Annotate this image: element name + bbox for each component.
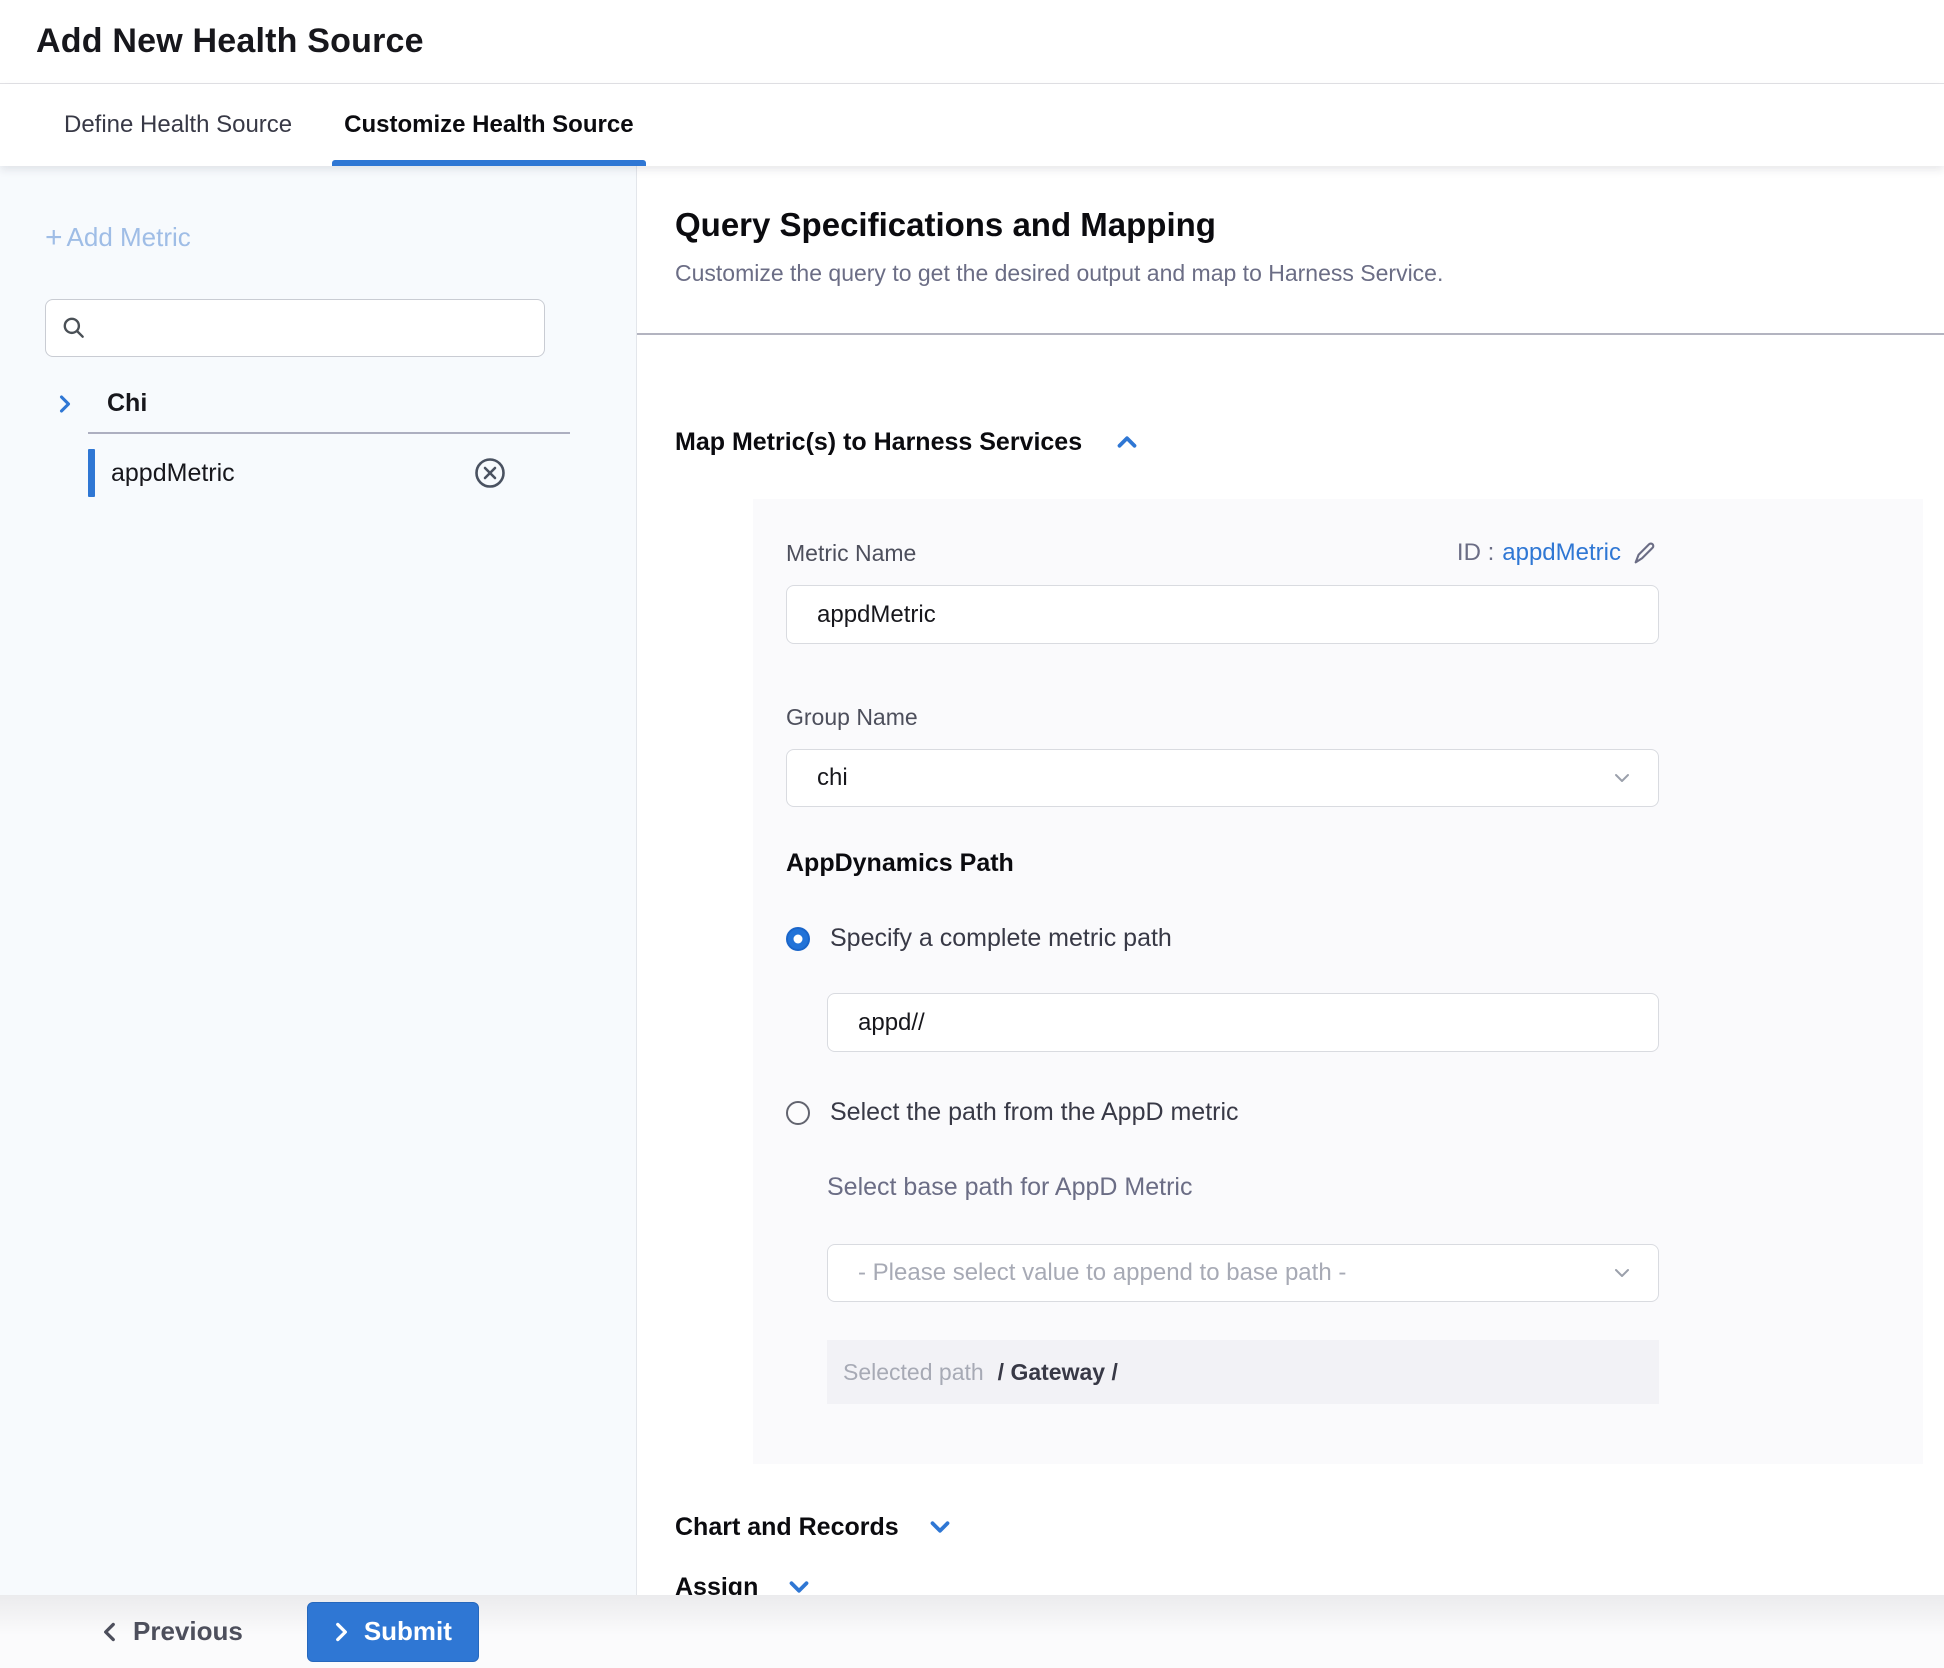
metric-search-box	[45, 299, 545, 357]
radio-unselected-icon	[786, 1101, 810, 1125]
content-area: + Add Metric Chi appdMetric	[0, 166, 1944, 1595]
radio-select-appd-path[interactable]: Select the path from the AppD metric	[786, 1098, 1659, 1127]
add-metric-label: Add Metric	[67, 222, 191, 253]
tab-bar: Define Health Source Customize Health So…	[0, 84, 1944, 166]
search-icon	[61, 315, 87, 341]
plus-icon: +	[45, 223, 63, 253]
group-divider	[88, 432, 570, 434]
radio-complete-metric-path[interactable]: Specify a complete metric path	[786, 924, 1659, 953]
chevron-down-icon	[1610, 1261, 1634, 1285]
submit-label: Submit	[364, 1616, 452, 1647]
selected-path-label: Selected path	[843, 1359, 984, 1386]
selected-path-value: / Gateway /	[998, 1359, 1118, 1386]
metric-list-item[interactable]: appdMetric	[88, 448, 570, 498]
submit-button[interactable]: Submit	[307, 1602, 479, 1662]
chevron-right-icon	[51, 390, 79, 418]
dialog-header: Add New Health Source	[0, 0, 1944, 84]
assign-toggle[interactable]: Assign	[675, 1572, 1944, 1595]
section-subtitle: Customize the query to get the desired o…	[675, 260, 1944, 287]
metrics-sidebar: + Add Metric Chi appdMetric	[0, 166, 637, 1595]
selected-path-row: Selected path / Gateway /	[827, 1340, 1659, 1404]
tab-customize-health-source[interactable]: Customize Health Source	[332, 84, 645, 166]
chevron-down-icon	[925, 1512, 955, 1542]
wizard-footer: Previous Submit	[0, 1595, 1944, 1668]
id-value-link[interactable]: appdMetric	[1502, 539, 1621, 567]
previous-label: Previous	[133, 1616, 243, 1647]
metric-search-input[interactable]	[87, 300, 544, 356]
group-name-select[interactable]: chi	[786, 749, 1659, 807]
chevron-right-icon	[328, 1619, 354, 1645]
add-metric-button[interactable]: + Add Metric	[45, 222, 636, 253]
previous-button[interactable]: Previous	[97, 1616, 243, 1647]
tab-label: Customize Health Source	[344, 111, 633, 139]
tab-label: Define Health Source	[64, 111, 292, 139]
base-path-placeholder: - Please select value to append to base …	[858, 1259, 1610, 1287]
delete-metric-icon[interactable]	[472, 455, 508, 491]
radio-complete-path-label: Specify a complete metric path	[830, 924, 1172, 953]
map-metric-form: Metric Name ID : appdMetric Group Name	[753, 499, 1923, 1464]
selected-indicator-bar	[88, 449, 95, 497]
chevron-down-icon	[784, 1572, 814, 1595]
map-metrics-section-title: Map Metric(s) to Harness Services	[675, 428, 1082, 457]
metric-item-label: appdMetric	[111, 459, 472, 488]
query-spec-panel: Query Specifications and Mapping Customi…	[637, 166, 1944, 1595]
page-title: Add New Health Source	[36, 22, 424, 61]
section-divider	[637, 333, 1944, 335]
assign-title: Assign	[675, 1573, 758, 1596]
chart-and-records-toggle[interactable]: Chart and Records	[675, 1512, 1944, 1542]
chart-and-records-title: Chart and Records	[675, 1513, 899, 1542]
edit-pencil-icon[interactable]	[1631, 539, 1659, 567]
section-title: Query Specifications and Mapping	[675, 206, 1944, 244]
complete-metric-path-input[interactable]	[827, 993, 1659, 1052]
tab-define-health-source[interactable]: Define Health Source	[52, 84, 304, 166]
metric-name-label: Metric Name	[786, 540, 916, 567]
metric-group-row[interactable]: Chi	[45, 389, 636, 418]
group-name-value: chi	[817, 764, 1610, 792]
radio-select-path-label: Select the path from the AppD metric	[830, 1098, 1239, 1127]
radio-selected-icon	[786, 927, 810, 951]
chevron-left-icon	[97, 1619, 123, 1645]
metric-name-input[interactable]	[786, 585, 1659, 644]
chevron-up-icon	[1112, 427, 1142, 457]
appdynamics-path-heading: AppDynamics Path	[786, 849, 1659, 878]
group-name-label: Group Name	[786, 704, 918, 730]
id-label: ID :	[1457, 539, 1494, 567]
metric-id-group: ID : appdMetric	[1457, 539, 1659, 567]
base-path-select[interactable]: - Please select value to append to base …	[827, 1244, 1659, 1302]
base-path-label: Select base path for AppD Metric	[827, 1173, 1659, 1202]
map-metrics-section-toggle[interactable]: Map Metric(s) to Harness Services	[675, 427, 1944, 457]
metric-group-label: Chi	[107, 389, 147, 418]
chevron-down-icon	[1610, 766, 1634, 790]
